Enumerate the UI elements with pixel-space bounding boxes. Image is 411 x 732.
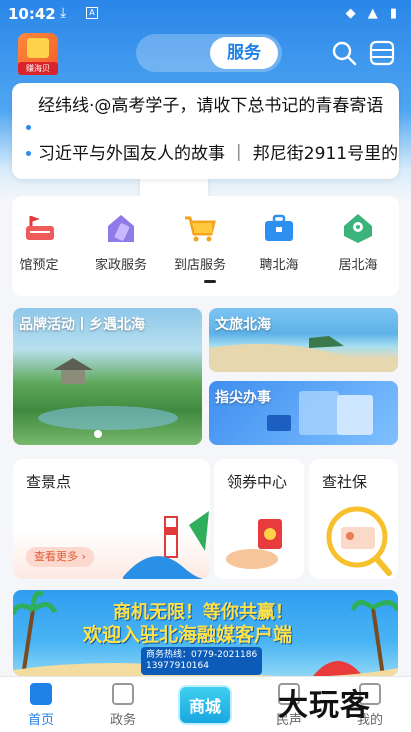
house-cleaning-icon: [108, 215, 134, 242]
home-location-icon: [344, 214, 372, 243]
page-indicator: [204, 280, 216, 283]
quick-item-living[interactable]: 居北海: [323, 212, 393, 273]
search-icon[interactable]: [331, 40, 357, 66]
hotline-phone: 13977910164: [146, 661, 209, 671]
app-notification-icon: A: [86, 7, 98, 19]
promo-banner[interactable]: 商机无限！等你共赢！ 欢迎入驻北海融媒客户端 商务热线：0779-2021186…: [13, 590, 398, 676]
quick-label: 到店服务: [173, 258, 226, 273]
culture-travel-card[interactable]: 文旅北海: [209, 308, 398, 372]
status-time: 10:42: [8, 5, 56, 23]
scenic-spots-card[interactable]: 查景点 查看更多 ›: [13, 459, 210, 579]
logo-label: 赚海贝: [18, 62, 58, 75]
card-title: 查景点: [26, 473, 72, 491]
hotline-text: 商务热线：0779-2021186: [146, 650, 258, 660]
menu-icon[interactable]: [369, 40, 395, 66]
briefcase-icon: [265, 214, 293, 241]
card-title: 指尖办事: [215, 390, 271, 406]
signal-battery-icons: ◆ ▲ ▮: [345, 6, 401, 21]
social-security-card[interactable]: 查社保: [309, 459, 398, 579]
gift-icon: [27, 38, 49, 58]
tab-label: 政务: [109, 713, 136, 728]
card-title: 文旅北海: [215, 317, 271, 333]
card-title: 查社保: [322, 473, 368, 491]
quick-item-jobs[interactable]: 聘北海: [244, 212, 314, 273]
quick-label: 聘北海: [259, 258, 299, 273]
news-text: 经纬线·@高考学子，请收下总书记的青春寄语: [38, 96, 384, 116]
brand-activity-card[interactable]: 品牌活动丨乡遇北海: [13, 308, 202, 445]
tab-home[interactable]: 首页: [6, 683, 76, 728]
tab-mall[interactable]: 商城: [178, 685, 232, 725]
quick-label: 居北海: [338, 258, 378, 273]
news-text: 习近平与外国友人的故事 ｜ 邦尼街2911号里的: [38, 144, 399, 164]
lighthouse-illustration: [123, 511, 210, 579]
header-tabs: 新闻 服务: [136, 34, 282, 213]
quick-label: 家政服务: [94, 258, 147, 273]
quick-label: 馆预定: [19, 258, 59, 273]
venue-icon: [26, 216, 54, 240]
status-bar: 10:42 ⤓ A ◆ ▲ ▮: [0, 0, 411, 28]
watermark-logo: 大玩客: [278, 688, 371, 723]
quick-item-housekeeping[interactable]: 家政服务: [86, 212, 156, 273]
news-ticker: 经纬线·@高考学子，请收下总书记的青春寄语 习近平与外国友人的故事 ｜ 邦尼街2…: [12, 83, 399, 179]
tab-service[interactable]: 服务: [210, 37, 278, 69]
view-more-button[interactable]: 查看更多 ›: [26, 547, 94, 567]
quick-item-instore[interactable]: 到店服务: [165, 212, 235, 273]
card-title: 品牌活动丨乡遇北海: [19, 317, 145, 333]
government-icon: [112, 683, 134, 705]
fingertip-service-card[interactable]: 指尖办事: [209, 381, 398, 445]
app-logo[interactable]: 赚海贝: [18, 33, 58, 75]
banner-hotline: 商务热线：0779-2021186 13977910164: [141, 647, 263, 675]
quick-item-venue[interactable]: 馆预定: [4, 212, 74, 273]
bullet-icon: [26, 125, 31, 130]
tab-government[interactable]: 政务: [88, 683, 158, 728]
coupon-illustration: [226, 519, 282, 569]
shopping-cart-icon: [185, 216, 216, 242]
id-card-magnifier-icon: [326, 506, 392, 576]
coupon-center-card[interactable]: 领券中心: [214, 459, 304, 579]
card-title: 领券中心: [227, 473, 288, 491]
tab-label: 首页: [27, 713, 54, 728]
news-item[interactable]: 经纬线·@高考学子，请收下总书记的青春寄语: [26, 95, 386, 130]
news-item[interactable]: 习近平与外国友人的故事 ｜ 邦尼街2911号里的: [26, 143, 399, 165]
banner-subheadline: 欢迎入驻北海融媒客户端: [83, 624, 293, 646]
bullet-icon: [26, 151, 31, 156]
download-icon: ⤓: [60, 5, 67, 21]
home-icon: [30, 683, 52, 705]
